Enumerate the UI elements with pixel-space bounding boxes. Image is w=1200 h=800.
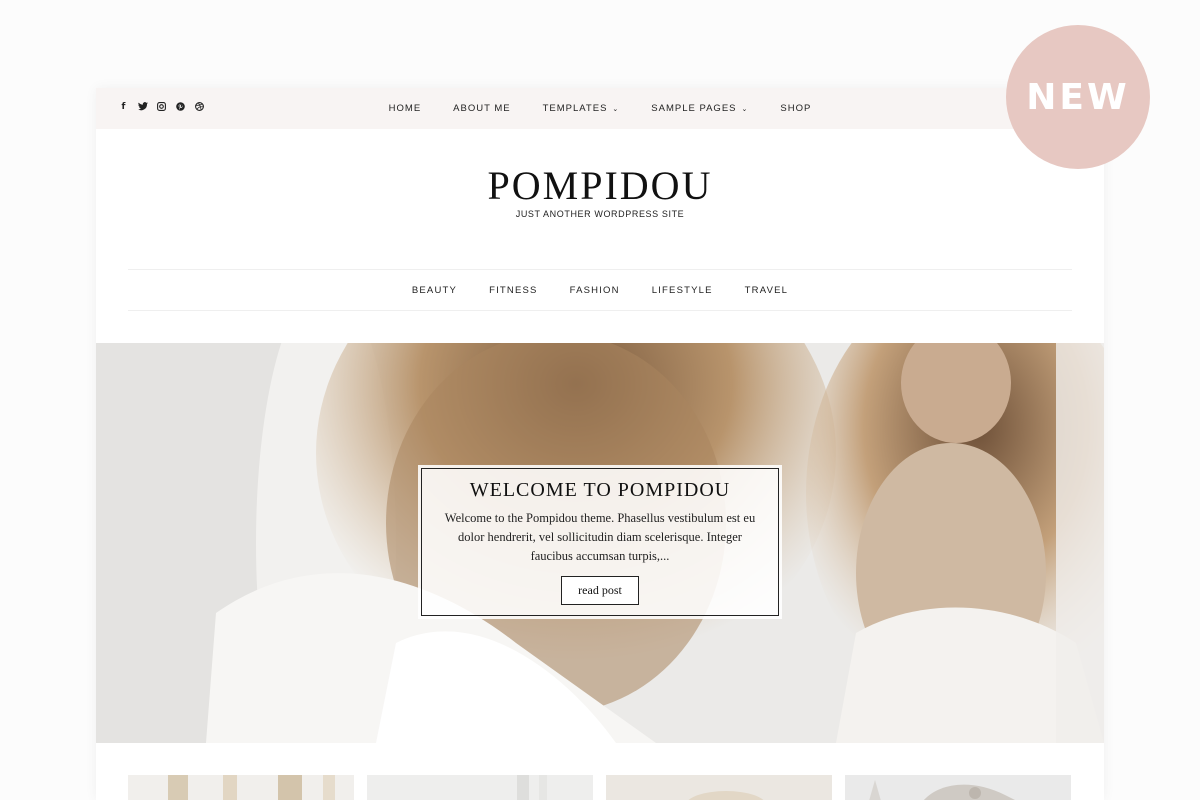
menu-item-sample-pages[interactable]: SAMPLE PAGES ⌄ [651, 103, 748, 114]
post-thumbnail[interactable] [845, 775, 1071, 800]
menu-item-label: SAMPLE PAGES [651, 103, 737, 114]
category-item-lifestyle[interactable]: LIFESTYLE [652, 285, 713, 296]
category-item-travel[interactable]: TRAVEL [745, 285, 788, 296]
post-thumbnail[interactable] [128, 775, 354, 800]
site-title[interactable]: POMPIDOU [96, 166, 1104, 206]
menu-item-home[interactable]: HOME [389, 103, 422, 114]
featured-slider: WELCOME TO POMPIDOU Welcome to the Pompi… [96, 343, 1104, 743]
menu-item-about-me[interactable]: ABOUT ME [453, 103, 510, 114]
post-thumbnail[interactable] [606, 775, 832, 800]
chevron-down-icon: ⌄ [612, 106, 620, 113]
category-item-fashion[interactable]: FASHION [570, 285, 620, 296]
menu-item-label: TEMPLATES [542, 103, 608, 114]
menu-item-label: SHOP [780, 103, 812, 114]
category-item-fitness[interactable]: FITNESS [489, 285, 538, 296]
menu-item-label: HOME [388, 103, 422, 114]
featured-post-title[interactable]: WELCOME TO POMPIDOU [422, 479, 778, 502]
menu-item-templates[interactable]: TEMPLATES ⌄ [543, 103, 620, 114]
main-menu: HOME ABOUT ME TEMPLATES ⌄ SAMPLE PAGES ⌄ S… [96, 88, 1104, 129]
site-frame: f HOME ABOUT ME TEMPLATES ⌄ SAMPLE PAGES ⌄… [96, 88, 1104, 800]
featured-post-excerpt: Welcome to the Pompidou theme. Phasellus… [444, 511, 756, 563]
category-item-beauty[interactable]: BEAUTY [412, 285, 457, 296]
new-badge: NEW [1006, 25, 1150, 169]
menu-item-label: ABOUT ME [453, 103, 511, 114]
featured-post-card: WELCOME TO POMPIDOU Welcome to the Pompi… [418, 465, 782, 619]
site-tagline: JUST ANOTHER WORDPRESS SITE [515, 209, 685, 219]
menu-item-shop[interactable]: SHOP [780, 103, 811, 114]
top-bar: f HOME ABOUT ME TEMPLATES ⌄ SAMPLE PAGES ⌄… [96, 88, 1104, 129]
chevron-down-icon: ⌄ [741, 106, 749, 113]
read-post-button[interactable]: read post [561, 576, 639, 605]
post-thumbnail[interactable] [367, 775, 593, 800]
site-branding: POMPIDOU JUST ANOTHER WORDPRESS SITE [96, 166, 1104, 220]
featured-post-frame: WELCOME TO POMPIDOU Welcome to the Pompi… [421, 468, 779, 616]
category-menu: BEAUTY FITNESS FASHION LIFESTYLE TRAVEL [128, 269, 1072, 311]
post-thumbnails-row [128, 775, 1071, 800]
